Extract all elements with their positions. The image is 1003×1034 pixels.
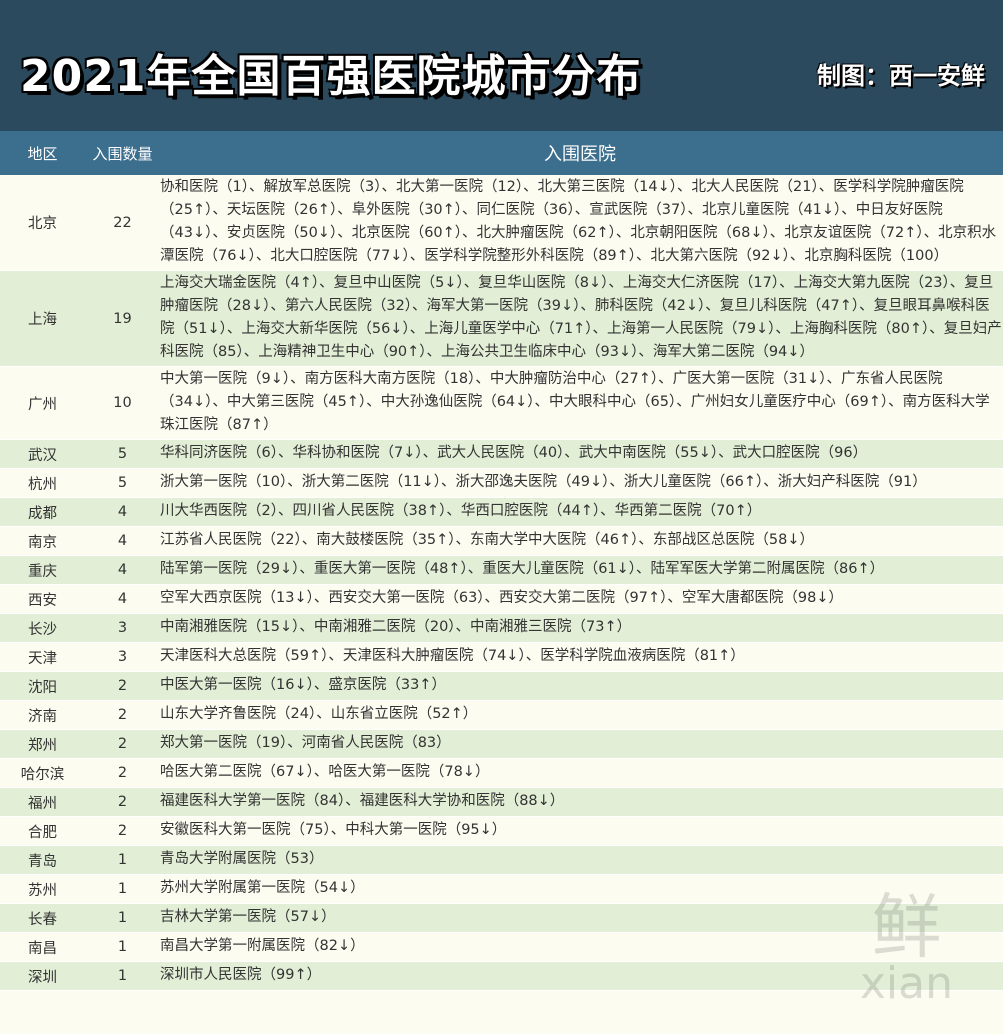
count-cell: 3 — [85, 649, 160, 665]
header-count: 入围数量 — [85, 143, 160, 164]
region-cell: 福州 — [0, 792, 85, 813]
region-cell: 杭州 — [0, 473, 85, 494]
region-cell: 北京 — [0, 212, 85, 233]
count-cell: 4 — [85, 504, 160, 520]
table-row: 南京4江苏省人民医院（22）、南大鼓楼医院（35↑）、东南大学中大医院（46↑）… — [0, 527, 1003, 556]
hospitals-cell: 青岛大学附属医院（53） — [160, 847, 1003, 873]
table-row: 济南2山东大学齐鲁医院（24）、山东省立医院（52↑） — [0, 701, 1003, 730]
watermark-char: 鲜 — [871, 886, 941, 968]
count-cell: 2 — [85, 823, 160, 839]
region-cell: 西安 — [0, 589, 85, 610]
count-cell: 4 — [85, 533, 160, 549]
count-cell: 1 — [85, 852, 160, 868]
region-cell: 武汉 — [0, 444, 85, 465]
table-row: 南昌1南昌大学第一附属医院（82↓） — [0, 933, 1003, 962]
watermark-logo: 鲜 xian — [860, 892, 953, 1006]
table-row: 沈阳2中医大第一医院（16↓）、盛京医院（33↑） — [0, 672, 1003, 701]
count-cell: 10 — [85, 395, 160, 411]
region-cell: 长沙 — [0, 618, 85, 639]
hospitals-cell: 川大华西医院（2）、四川省人民医院（38↑）、华西口腔医院（44↑）、华西第二医… — [160, 499, 1003, 525]
table-row: 长春1吉林大学第一医院（57↓） — [0, 904, 1003, 933]
hospitals-cell: 中大第一医院（9↓）、南方医科大南方医院（18）、中大肿瘤防治中心（27↑）、广… — [160, 367, 1003, 439]
count-cell: 1 — [85, 968, 160, 984]
table-row: 郑州2郑大第一医院（19）、河南省人民医院（83） — [0, 730, 1003, 759]
hospitals-cell: 陆军第一医院（29↓）、重医大第一医院（48↑）、重医大儿童医院（61↓）、陆军… — [160, 557, 1003, 583]
region-cell: 青岛 — [0, 850, 85, 871]
count-cell: 22 — [85, 215, 160, 231]
count-cell: 1 — [85, 939, 160, 955]
count-cell: 2 — [85, 794, 160, 810]
table-row: 广州10中大第一医院（9↓）、南方医科大南方医院（18）、中大肿瘤防治中心（27… — [0, 367, 1003, 440]
region-cell: 南京 — [0, 531, 85, 552]
author-credit: 制图：西一安鲜 — [817, 56, 985, 91]
region-cell: 重庆 — [0, 560, 85, 581]
table-row: 深圳1深圳市人民医院（99↑） — [0, 962, 1003, 991]
table-row: 哈尔滨2哈医大第二医院（67↓）、哈医大第一医院（78↓） — [0, 759, 1003, 788]
region-cell: 郑州 — [0, 734, 85, 755]
hospitals-cell: 哈医大第二医院（67↓）、哈医大第一医院（78↓） — [160, 760, 1003, 786]
count-cell: 2 — [85, 765, 160, 781]
table-row: 杭州5浙大第一医院（10）、浙大第二医院（11↓）、浙大邵逸夫医院（49↓）、浙… — [0, 469, 1003, 498]
table-row: 合肥2安徽医科大第一医院（75）、中科大第一医院（95↓） — [0, 817, 1003, 846]
table-row: 青岛1青岛大学附属医院（53） — [0, 846, 1003, 875]
count-cell: 4 — [85, 562, 160, 578]
region-cell: 长春 — [0, 908, 85, 929]
table-header: 地区 入围数量 入围医院 — [0, 131, 1003, 175]
hospitals-cell: 空军大西京医院（13↓）、西安交大第一医院（63）、西安交大第二医院（97↑）、… — [160, 586, 1003, 612]
hospitals-cell: 中南湘雅医院（15↓）、中南湘雅二医院（20）、中南湘雅三医院（73↑） — [160, 615, 1003, 641]
count-cell: 2 — [85, 736, 160, 752]
count-cell: 1 — [85, 881, 160, 897]
region-cell: 苏州 — [0, 879, 85, 900]
table-body: 北京22协和医院（1）、解放军总医院（3）、北大第一医院（12）、北大第三医院（… — [0, 175, 1003, 991]
hospitals-cell: 上海交大瑞金医院（4↑）、复旦中山医院（5↓）、复旦华山医院（8↓）、上海交大仁… — [160, 271, 1003, 366]
table-row: 武汉5华科同济医院（6）、华科协和医院（7↓）、武大人民医院（40）、武大中南医… — [0, 440, 1003, 469]
hospitals-cell: 协和医院（1）、解放军总医院（3）、北大第一医院（12）、北大第三医院（14↓）… — [160, 175, 1003, 270]
hospitals-cell: 浙大第一医院（10）、浙大第二医院（11↓）、浙大邵逸夫医院（49↓）、浙大儿童… — [160, 470, 1003, 496]
hospitals-cell: 福建医科大学第一医院（84）、福建医科大学协和医院（88↓） — [160, 789, 1003, 815]
header-region: 地区 — [0, 143, 85, 164]
title-bar: 2021年全国百强医院城市分布 制图：西一安鲜 — [0, 0, 1003, 131]
table-row: 上海19上海交大瑞金医院（4↑）、复旦中山医院（5↓）、复旦华山医院（8↓）、上… — [0, 271, 1003, 367]
count-cell: 5 — [85, 475, 160, 491]
region-cell: 上海 — [0, 308, 85, 329]
count-cell: 4 — [85, 591, 160, 607]
region-cell: 广州 — [0, 393, 85, 414]
hospitals-cell: 江苏省人民医院（22）、南大鼓楼医院（35↑）、东南大学中大医院（46↑）、东部… — [160, 528, 1003, 554]
page-title: 2021年全国百强医院城市分布 — [20, 40, 641, 104]
table-row: 天津3天津医科大总医院（59↑）、天津医科大肿瘤医院（74↓）、医学科学院血液病… — [0, 643, 1003, 672]
region-cell: 哈尔滨 — [0, 763, 85, 784]
region-cell: 深圳 — [0, 966, 85, 987]
hospitals-cell: 天津医科大总医院（59↑）、天津医科大肿瘤医院（74↓）、医学科学院血液病医院（… — [160, 644, 1003, 670]
region-cell: 成都 — [0, 502, 85, 523]
table-row: 北京22协和医院（1）、解放军总医院（3）、北大第一医院（12）、北大第三医院（… — [0, 175, 1003, 271]
hospitals-cell: 中医大第一医院（16↓）、盛京医院（33↑） — [160, 673, 1003, 699]
hospitals-cell: 安徽医科大第一医院（75）、中科大第一医院（95↓） — [160, 818, 1003, 844]
table-row: 苏州1苏州大学附属第一医院（54↓） — [0, 875, 1003, 904]
hospitals-cell: 山东大学齐鲁医院（24）、山东省立医院（52↑） — [160, 702, 1003, 728]
header-hospitals: 入围医院 — [160, 140, 1003, 166]
count-cell: 5 — [85, 446, 160, 462]
hospitals-cell: 郑大第一医院（19）、河南省人民医院（83） — [160, 731, 1003, 757]
watermark-text: xian — [860, 962, 953, 1006]
hospitals-cell: 华科同济医院（6）、华科协和医院（7↓）、武大人民医院（40）、武大中南医院（5… — [160, 441, 1003, 467]
region-cell: 济南 — [0, 705, 85, 726]
count-cell: 19 — [85, 311, 160, 327]
table-row: 成都4川大华西医院（2）、四川省人民医院（38↑）、华西口腔医院（44↑）、华西… — [0, 498, 1003, 527]
table-row: 重庆4陆军第一医院（29↓）、重医大第一医院（48↑）、重医大儿童医院（61↓）… — [0, 556, 1003, 585]
region-cell: 天津 — [0, 647, 85, 668]
count-cell: 2 — [85, 707, 160, 723]
table-row: 福州2福建医科大学第一医院（84）、福建医科大学协和医院（88↓） — [0, 788, 1003, 817]
region-cell: 合肥 — [0, 821, 85, 842]
table-row: 长沙3中南湘雅医院（15↓）、中南湘雅二医院（20）、中南湘雅三医院（73↑） — [0, 614, 1003, 643]
table-row: 西安4空军大西京医院（13↓）、西安交大第一医院（63）、西安交大第二医院（97… — [0, 585, 1003, 614]
count-cell: 2 — [85, 678, 160, 694]
count-cell: 3 — [85, 620, 160, 636]
region-cell: 沈阳 — [0, 676, 85, 697]
region-cell: 南昌 — [0, 937, 85, 958]
count-cell: 1 — [85, 910, 160, 926]
